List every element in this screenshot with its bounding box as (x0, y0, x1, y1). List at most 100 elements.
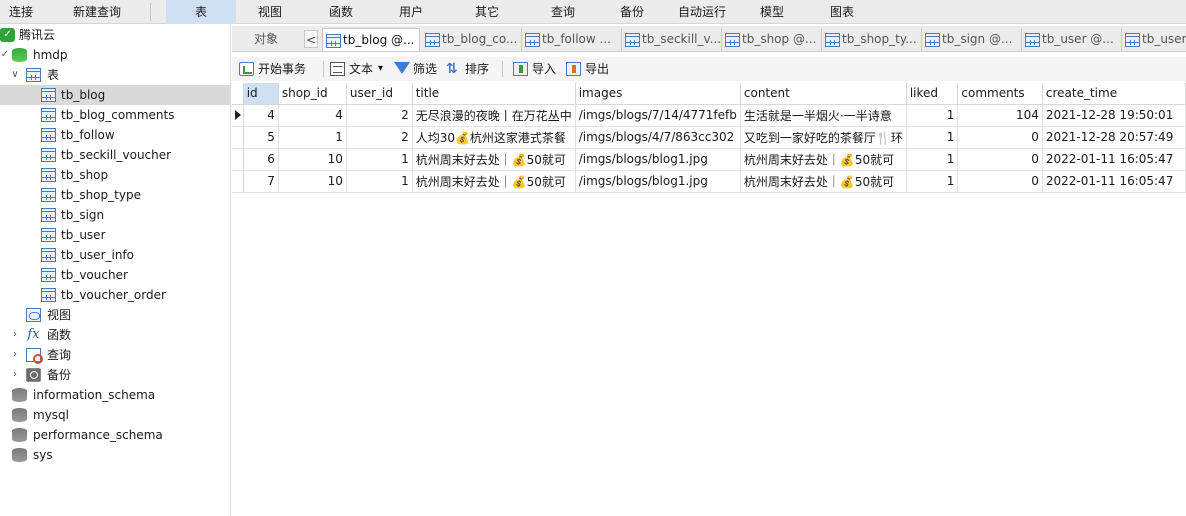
tree-connection[interactable]: ✓ 腾讯云 (0, 25, 230, 45)
column-header[interactable]: content (740, 83, 907, 105)
tab-table[interactable]: tb_shop @... (722, 28, 822, 51)
table-cell[interactable]: 10 (278, 148, 347, 171)
table-cell[interactable]: 1 (278, 126, 347, 149)
table-cell[interactable]: 0 (957, 126, 1043, 149)
table-cell[interactable]: 2 (346, 104, 413, 127)
tree-table-item[interactable]: tb_blog (0, 85, 230, 105)
menu-views[interactable]: 视图 (244, 0, 296, 24)
table-cell[interactable]: 104 (957, 104, 1043, 127)
table-cell[interactable]: 2022-01-11 16:05:47 (1042, 170, 1186, 193)
chevron-down-icon[interactable]: ∨ (10, 65, 20, 85)
table-cell[interactable]: 无尽浪漫的夜晚丨在万花丛中 (412, 104, 576, 127)
table-cell[interactable]: 生活就是一半烟火·一半诗意 (740, 104, 907, 127)
menu-automation[interactable]: 自动运行 (672, 0, 732, 24)
table-cell[interactable]: 人均30💰杭州这家港式茶餐 (412, 126, 576, 149)
text-view-button[interactable]: 文本 ▾ (330, 57, 388, 81)
column-header[interactable]: shop_id (278, 83, 347, 105)
table-row[interactable]: 7 10 1 杭州周末好去处｜💰50就可 /imgs/blogs/blog1.j… (232, 170, 1186, 193)
tree-database-item[interactable]: mysql (0, 405, 230, 425)
tree-table-item[interactable]: tb_follow (0, 125, 230, 145)
table-cell[interactable]: 4 (278, 104, 347, 127)
tree-database-item[interactable]: information_schema (0, 385, 230, 405)
column-header[interactable]: comments (957, 83, 1043, 105)
table-cell[interactable]: 10 (278, 170, 347, 193)
chevron-right-icon[interactable]: › (10, 365, 20, 385)
table-cell[interactable]: 杭州周末好去处｜💰50就可 (740, 170, 907, 193)
table-cell[interactable]: /imgs/blogs/7/14/4771fefb (575, 104, 741, 127)
table-cell[interactable]: 2021-12-28 19:50:01 (1042, 104, 1186, 127)
table-cell[interactable]: 0 (957, 170, 1043, 193)
tree-table-item[interactable]: tb_voucher_order (0, 285, 230, 305)
filter-button[interactable]: 筛选 (394, 57, 442, 81)
table-row[interactable]: 5 1 2 人均30💰杭州这家港式茶餐 /imgs/blogs/4/7/863c… (232, 126, 1186, 149)
menu-others[interactable]: 其它 (460, 0, 514, 24)
menu-connection[interactable]: 连接 (0, 0, 42, 24)
tab-objects[interactable]: 对象 (232, 26, 300, 51)
table-cell[interactable]: 6 (243, 148, 279, 171)
tab-table[interactable]: tb_shop_ty... (822, 28, 922, 51)
tree-tables-folder[interactable]: ∨ 表 (0, 65, 230, 85)
row-selector[interactable] (232, 126, 244, 149)
menu-functions[interactable]: 函数 (314, 0, 368, 24)
table-cell[interactable]: 1 (906, 170, 959, 193)
import-button[interactable]: 导入 (513, 57, 561, 81)
tree-table-item[interactable]: tb_user (0, 225, 230, 245)
table-cell[interactable]: 1 (906, 148, 959, 171)
table-cell[interactable]: 7 (243, 170, 279, 193)
table-cell[interactable]: 1 (906, 104, 959, 127)
chevron-left-icon[interactable]: < (304, 30, 318, 48)
table-row[interactable]: 4 4 2 无尽浪漫的夜晚丨在万花丛中 /imgs/blogs/7/14/477… (232, 104, 1186, 127)
tree-backups-folder[interactable]: › 备份 (0, 365, 230, 385)
menu-new-query[interactable]: 新建查询 (58, 0, 136, 24)
table-cell[interactable]: 2022-01-11 16:05:47 (1042, 148, 1186, 171)
chevron-right-icon[interactable]: › (10, 345, 20, 365)
menu-users[interactable]: 用户 (384, 0, 438, 24)
menu-tables[interactable]: 表 (166, 0, 236, 24)
begin-transaction-button[interactable]: 开始事务 (239, 57, 319, 81)
tree-database-item[interactable]: performance_schema (0, 425, 230, 445)
table-cell[interactable]: /imgs/blogs/blog1.jpg (575, 148, 741, 171)
table-cell[interactable]: 5 (243, 126, 279, 149)
column-header[interactable]: images (575, 83, 741, 105)
table-cell[interactable]: 又吃到一家好吃的茶餐厅🍴环 (740, 126, 907, 149)
table-row[interactable]: 6 10 1 杭州周末好去处｜💰50就可 /imgs/blogs/blog1.j… (232, 148, 1186, 171)
tree-table-item[interactable]: tb_user_info (0, 245, 230, 265)
table-cell[interactable]: 杭州周末好去处｜💰50就可 (740, 148, 907, 171)
menu-queries[interactable]: 查询 (536, 0, 590, 24)
tree-table-item[interactable]: tb_blog_comments (0, 105, 230, 125)
chevron-down-icon[interactable]: ✓ (0, 45, 10, 65)
row-selector[interactable] (232, 104, 244, 127)
tab-table[interactable]: tb_seckill_v... (622, 28, 722, 51)
tree-table-item[interactable]: tb_seckill_voucher (0, 145, 230, 165)
tree-database-item[interactable]: sys (0, 445, 230, 465)
tree-queries-folder[interactable]: › 查询 (0, 345, 230, 365)
table-cell[interactable]: 2021-12-28 20:57:49 (1042, 126, 1186, 149)
menu-backups[interactable]: 备份 (606, 0, 658, 24)
menu-models[interactable]: 模型 (748, 0, 796, 24)
tab-table[interactable]: tb_follow ... (522, 28, 622, 51)
sort-button[interactable]: ⇅ 排序 (446, 57, 494, 81)
tree-table-item[interactable]: tb_voucher (0, 265, 230, 285)
column-header[interactable]: create_time (1042, 83, 1186, 105)
tab-table[interactable]: tb_user @... (1022, 28, 1122, 51)
row-selector[interactable] (232, 170, 244, 193)
tree-table-item[interactable]: tb_sign (0, 205, 230, 225)
row-selector[interactable] (232, 148, 244, 171)
tree-table-item[interactable]: tb_shop (0, 165, 230, 185)
table-cell[interactable]: 2 (346, 126, 413, 149)
table-cell[interactable]: /imgs/blogs/blog1.jpg (575, 170, 741, 193)
tab-table[interactable]: tb_user (1122, 28, 1186, 51)
table-cell[interactable]: /imgs/blogs/4/7/863cc302 (575, 126, 741, 149)
column-header[interactable]: user_id (346, 83, 413, 105)
table-cell[interactable]: 1 (346, 148, 413, 171)
column-header[interactable]: title (412, 83, 576, 105)
table-cell[interactable]: 杭州周末好去处｜💰50就可 (412, 170, 576, 193)
table-cell[interactable]: 杭州周末好去处｜💰50就可 (412, 148, 576, 171)
tree-table-item[interactable]: tb_shop_type (0, 185, 230, 205)
tab-table[interactable]: tb_blog_co... (422, 28, 522, 51)
table-cell[interactable]: 4 (243, 104, 279, 127)
tree-database-hmdp[interactable]: ✓ hmdp (0, 45, 230, 65)
chevron-down-icon[interactable]: ▾ (378, 57, 383, 81)
tab-table[interactable]: tb_blog @... (322, 28, 420, 51)
table-cell[interactable]: 1 (906, 126, 959, 149)
